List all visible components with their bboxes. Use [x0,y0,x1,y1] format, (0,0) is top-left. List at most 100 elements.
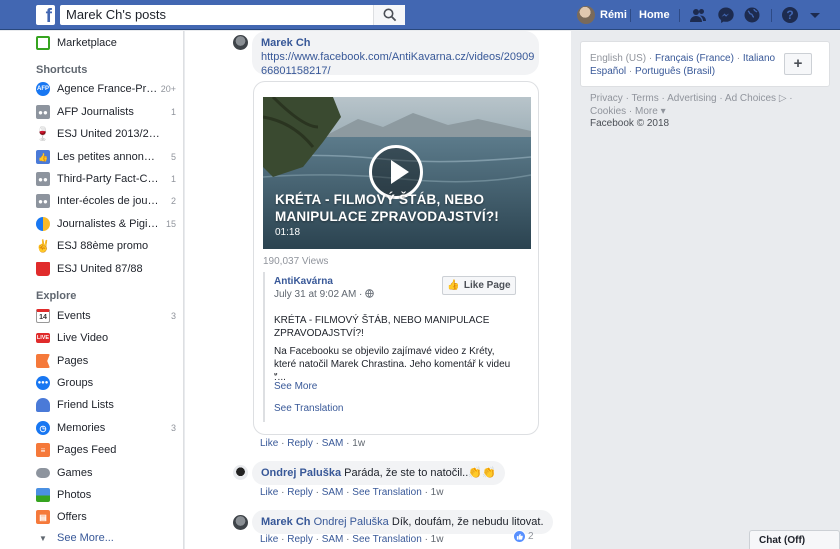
sidebar-item-label: Live Video [57,332,109,344]
footer-link[interactable]: Privacy [590,93,623,104]
messenger-icon[interactable] [717,6,735,24]
sidebar-item-label: Events [57,310,91,322]
comment-author[interactable]: Marek Ch [261,516,311,528]
video-url-line: 66801158217/ [261,65,331,77]
reaction-count[interactable]: 2 [513,529,534,543]
search-icon [383,8,397,22]
like-page-button[interactable]: 👍 Like Page [442,276,516,295]
sam-link[interactable]: SAM [322,534,344,545]
sidebar-item-offers[interactable]: ▤ Offers [36,507,176,527]
comment-author[interactable]: Ondrej Paluška [261,467,341,479]
game-controller-icon [36,468,50,478]
sidebar-see-more[interactable]: ▼ See More... [36,528,176,548]
comment-actions: Like · Reply · SAM · See Translation · 1… [260,534,443,545]
video-url-link[interactable]: https://www.facebook.com/AntiKavarna.cz/… [261,50,534,78]
sidebar-item-events[interactable]: 14 Events 3 [36,306,176,326]
sidebar-shortcut-petites-annonces[interactable]: 👍 Les petites annon… 5 [36,147,176,167]
home-link[interactable]: Home [639,9,670,21]
footer-link[interactable]: Ad Choices [725,93,776,104]
sidebar-shortcut-esj-88eme-promo[interactable]: ✌ ESJ 88ème promo [36,236,176,256]
sidebar-shortcut-afp-journalists[interactable]: ●● AFP Journalists 1 [36,102,176,122]
like-link[interactable]: Like [260,487,278,498]
language-link[interactable]: Français (France) [655,53,734,64]
comment-mention[interactable]: Ondrej Paluška [314,516,389,528]
sidebar-shortcut-esj-united-2013[interactable]: 🍷 ESJ United 2013/2… [35,124,176,144]
sidebar-item-groups[interactable]: ●●● Groups [36,373,176,393]
see-translation-link[interactable]: See Translation [352,487,422,498]
sidebar-item-label: Les petites annon… [57,151,155,163]
comment-actions: Like · Reply · SAM · See Translation · 1… [260,487,443,498]
chat-label: Chat (Off) [759,535,806,546]
friend-requests-icon[interactable] [689,6,707,24]
facebook-logo-icon[interactable]: f [36,5,55,25]
timestamp[interactable]: 1w [352,438,365,449]
live-icon: LIVE [36,333,50,343]
language-link[interactable]: Español [590,66,626,77]
comment-text: Dík, doufám, že nebudu litovat. [391,516,544,528]
photos-icon [36,488,50,502]
reaction-number: 2 [528,530,534,542]
sidebar-shortcut-journalistes-pigistes[interactable]: Journalistes & Pigi… 15 [36,214,176,234]
sidebar-item-games[interactable]: Games [36,463,176,483]
afp-logo-icon: AFP [36,82,50,96]
reply-link[interactable]: Reply [287,534,313,545]
comment-author[interactable]: Marek Ch [261,36,530,50]
sam-link[interactable]: SAM [322,487,344,498]
chat-sidebar-toggle[interactable]: Chat (Off) [749,530,840,549]
sidebar-shortcut-inter-ecoles[interactable]: ●● Inter-écoles de jou… 2 [36,191,176,211]
account-dropdown-icon[interactable] [806,6,820,24]
sidebar-item-label: Pages Feed [57,444,117,456]
timestamp[interactable]: 1w [431,534,444,545]
avatar[interactable] [233,465,248,480]
sidebar-item-count: 15 [165,219,176,229]
dropdown-caret-icon: ▾ [660,105,666,117]
offers-icon: ▤ [36,510,50,524]
language-link[interactable]: Português (Brasil) [635,66,715,77]
sidebar-item-marketplace[interactable]: Marketplace [36,33,176,53]
sam-link[interactable]: SAM [322,438,344,449]
help-icon[interactable]: ? [781,6,799,24]
sidebar-item-live-video[interactable]: LIVE Live Video [36,328,176,348]
sidebar-shortcut-esj-united-87-88[interactable]: ESJ United 87/88 [36,259,176,279]
like-link[interactable]: Like [260,438,278,449]
timestamp[interactable]: 1w [431,487,444,498]
video-title: KRÉTA - FILMOVÝ ŠTÁB, NEBO MANIPULACE ZP… [275,192,499,224]
page-post-date[interactable]: July 31 at 9:02 AM · [274,289,374,300]
calendar-icon: 14 [36,309,50,323]
see-translation-link[interactable]: See Translation [352,534,422,545]
like-link[interactable]: Like [260,534,278,545]
see-more-link[interactable]: See More [274,381,317,392]
sidebar-item-friend-lists[interactable]: Friend Lists [36,395,176,415]
footer-link[interactable]: Cookies [590,106,626,117]
search-input[interactable]: Marek Ch's posts [60,5,405,25]
comment-feed: Marek Ch https://www.facebook.com/AntiKa… [185,31,571,549]
more-languages-button[interactable]: + [784,53,812,75]
footer-link[interactable]: Advertising [667,93,716,104]
notifications-globe-icon[interactable] [743,6,761,24]
reply-link[interactable]: Reply [287,487,313,498]
language-link[interactable]: Italiano [743,53,775,64]
profile-link[interactable]: Rémi [600,9,627,21]
reply-link[interactable]: Reply [287,438,313,449]
sidebar-shortcut-third-party-fact-checkers[interactable]: ●● Third-Party Fact-C… 1 [36,169,176,189]
left-sidebar: Marketplace Shortcuts AFP Agence France-… [0,31,184,549]
post-actions: Like · Reply · SAM · 1w [260,438,365,449]
page-name-link[interactable]: AntiKavárna [274,276,333,287]
avatar[interactable] [233,515,248,530]
sidebar-item-photos[interactable]: Photos [36,485,176,505]
sidebar-item-pages-feed[interactable]: ≡ Pages Feed [36,440,176,460]
sidebar-item-memories[interactable]: ◷ Memories 3 [36,418,176,438]
footer-link[interactable]: More [635,106,658,117]
sidebar-item-pages[interactable]: Pages [36,351,176,371]
footer-link[interactable]: Terms [632,93,659,104]
avatar[interactable] [233,35,248,50]
search-button[interactable] [373,5,405,25]
see-translation-link[interactable]: See Translation [274,403,344,414]
sidebar-item-count: 3 [170,423,176,433]
divider [771,9,772,22]
video-player[interactable]: KRÉTA - FILMOVÝ ŠTÁB, NEBO MANIPULACE ZP… [263,97,531,249]
friend-list-icon [36,398,50,412]
user-avatar[interactable] [577,6,595,24]
sidebar-item-label: ESJ United 2013/2… [57,128,160,140]
sidebar-shortcut-afp[interactable]: AFP Agence France-Pr… 20+ [36,79,176,99]
